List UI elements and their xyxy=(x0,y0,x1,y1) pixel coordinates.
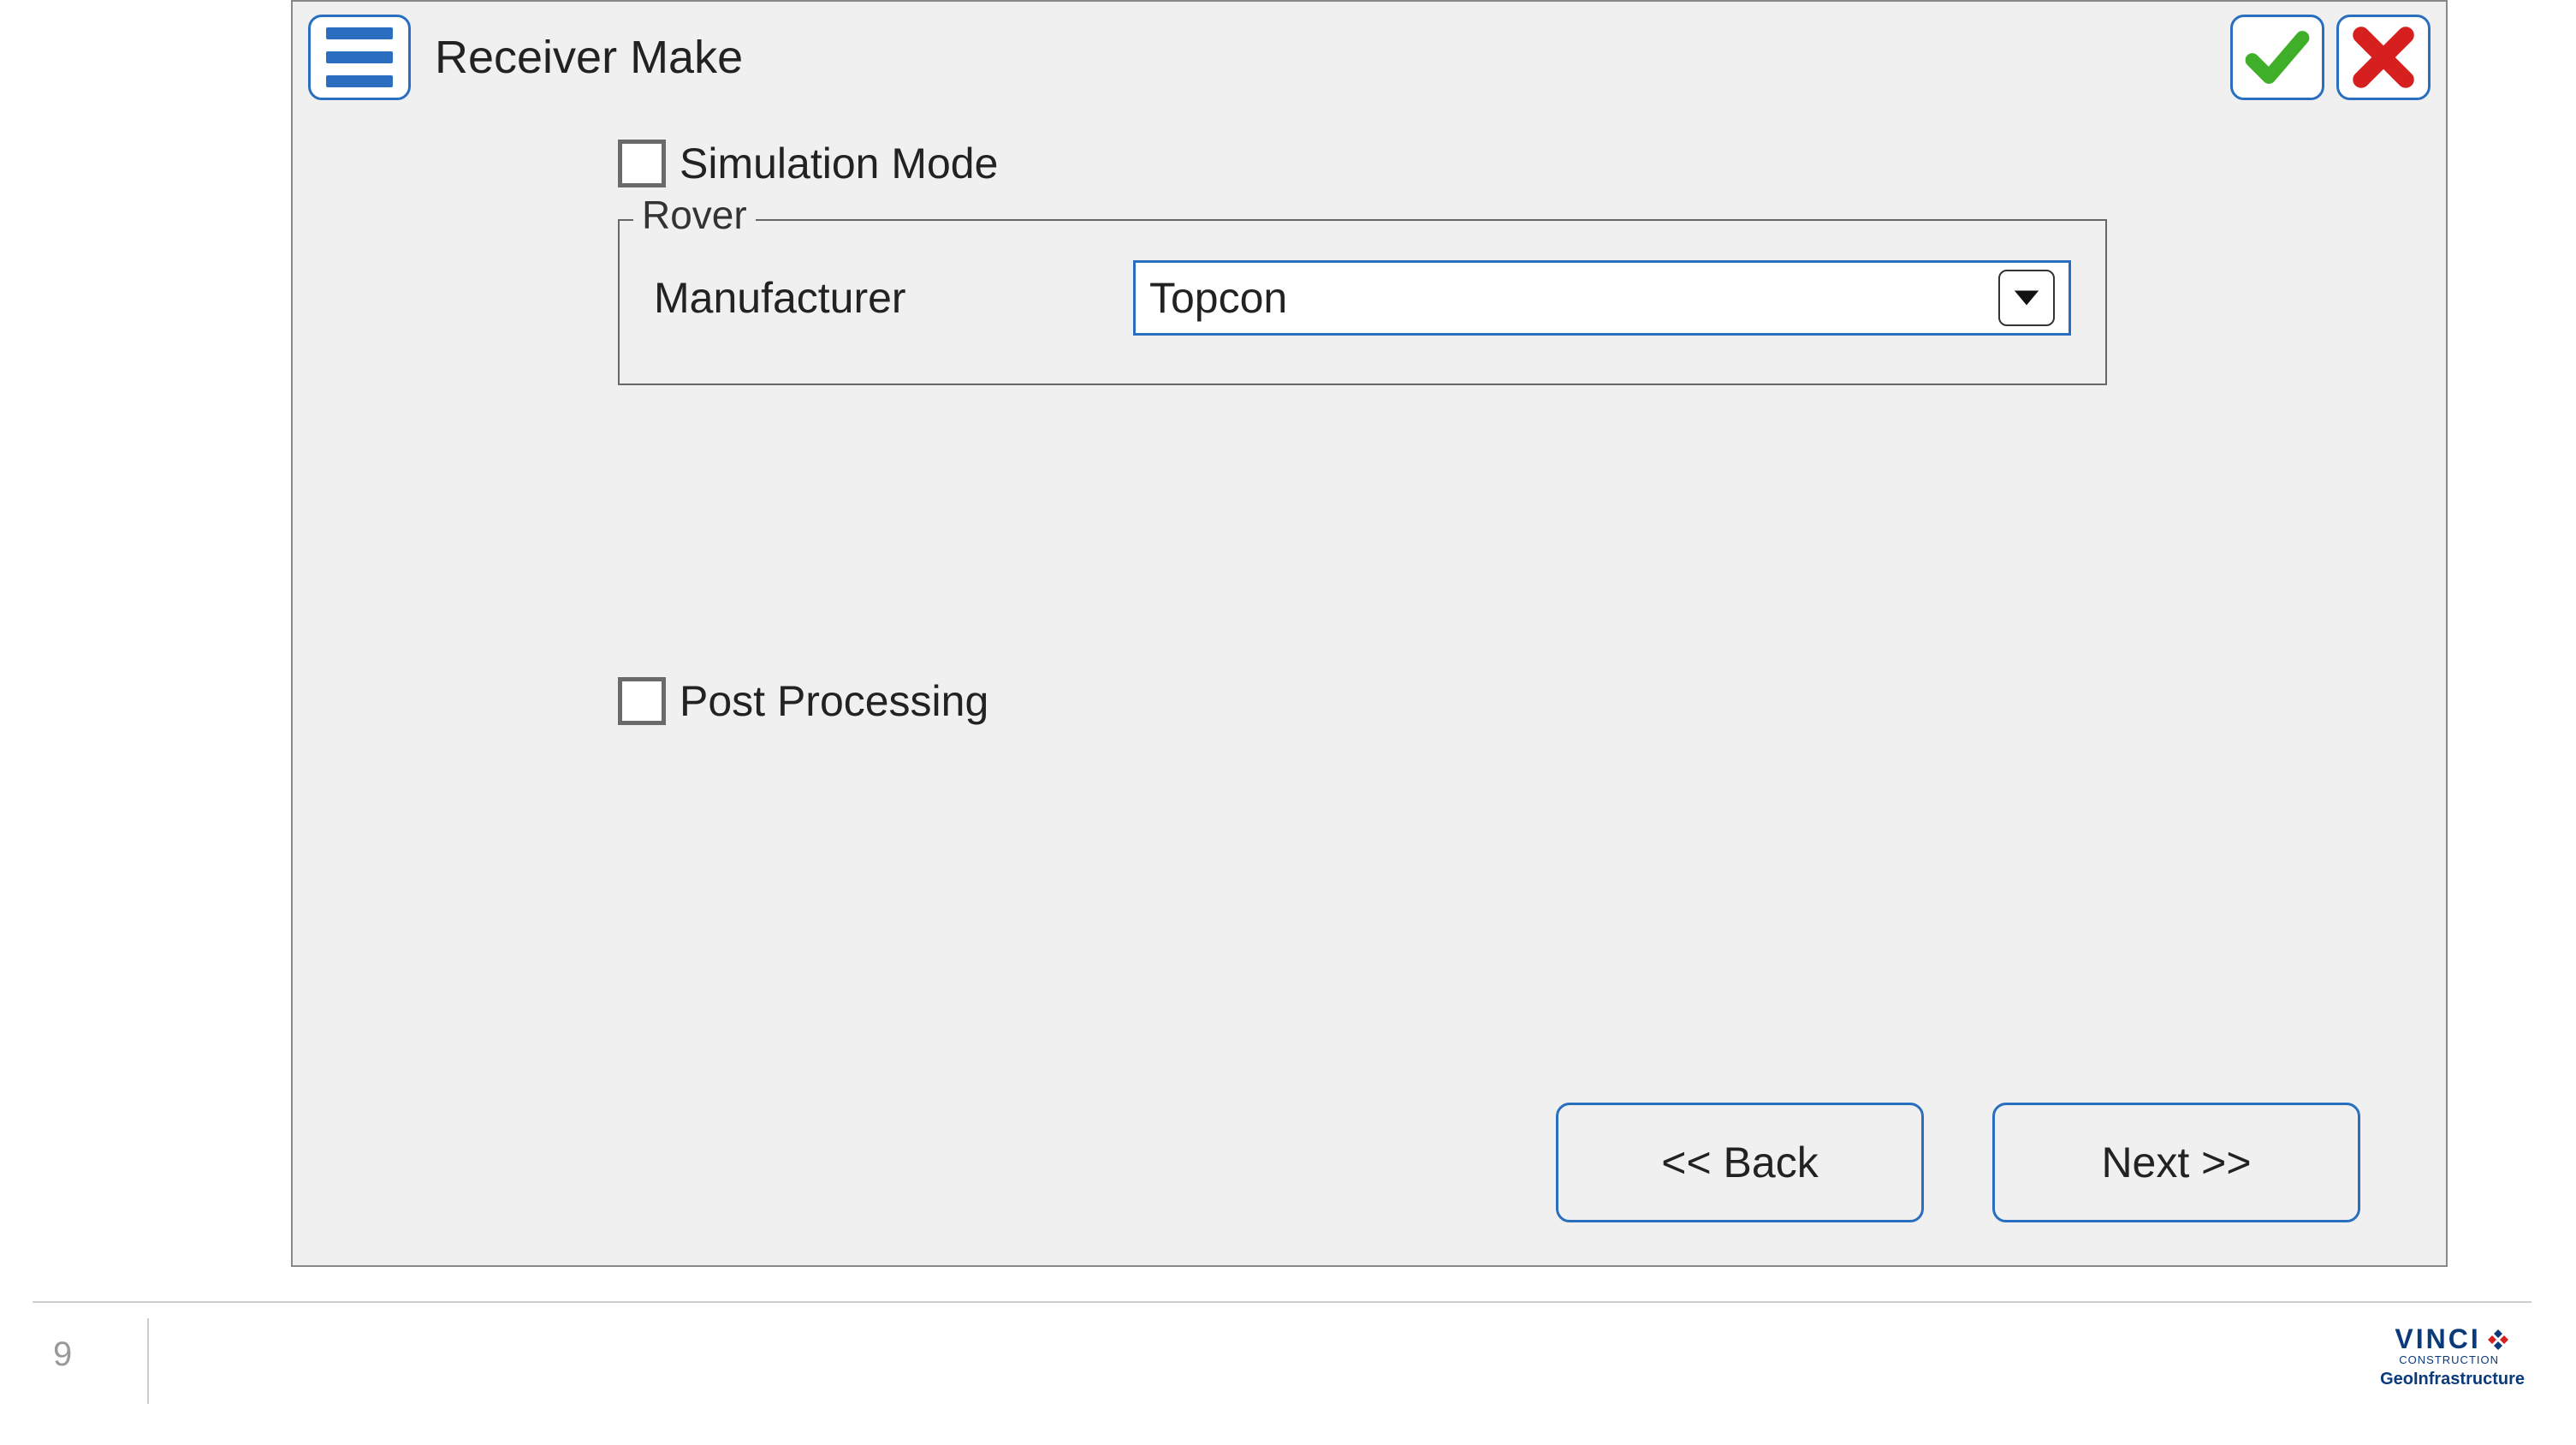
close-icon xyxy=(2350,24,2417,91)
manufacturer-dropdown[interactable]: Topcon xyxy=(1133,260,2071,336)
simulation-mode-label: Simulation Mode xyxy=(680,139,998,188)
manufacturer-value: Topcon xyxy=(1149,273,1998,323)
hamburger-icon xyxy=(326,27,393,39)
logo-icon xyxy=(2486,1328,2510,1352)
manufacturer-row: Manufacturer Topcon xyxy=(654,260,2071,336)
titlebar: Receiver Make xyxy=(293,2,2446,113)
page-number-divider xyxy=(147,1318,149,1404)
logo-brand: VINCI xyxy=(2380,1323,2525,1355)
check-icon xyxy=(2244,24,2311,91)
chevron-down-icon xyxy=(1998,270,2055,326)
logo-subtitle-1: CONSTRUCTION xyxy=(2380,1353,2525,1366)
page-title: Receiver Make xyxy=(435,31,743,84)
manufacturer-label: Manufacturer xyxy=(654,273,1099,323)
post-processing-checkbox[interactable] xyxy=(618,677,666,725)
content-area: Simulation Mode Rover Manufacturer Topco… xyxy=(293,113,2446,726)
brand-logo: VINCI CONSTRUCTION GeoInfrastructure xyxy=(2380,1323,2525,1389)
simulation-mode-row: Simulation Mode xyxy=(618,139,2360,188)
page-number: 9 xyxy=(53,1335,72,1374)
confirm-button[interactable] xyxy=(2230,15,2324,100)
slide: Receiver Make Simulation Mode Rover xyxy=(0,0,2576,1445)
footer-divider xyxy=(33,1301,2531,1303)
rover-legend: Rover xyxy=(633,192,756,238)
logo-subtitle-2: GeoInfrastructure xyxy=(2380,1370,2525,1389)
app-window: Receiver Make Simulation Mode Rover xyxy=(291,0,2448,1267)
rover-fieldset: Rover Manufacturer Topcon xyxy=(618,219,2107,385)
next-button[interactable]: Next >> xyxy=(1992,1103,2360,1222)
post-processing-label: Post Processing xyxy=(680,676,988,726)
cancel-button[interactable] xyxy=(2336,15,2431,100)
back-button[interactable]: << Back xyxy=(1556,1103,1924,1222)
post-processing-row: Post Processing xyxy=(618,676,2360,726)
menu-button[interactable] xyxy=(308,15,411,100)
simulation-mode-checkbox[interactable] xyxy=(618,140,666,187)
button-bar: << Back Next >> xyxy=(1556,1103,2360,1222)
